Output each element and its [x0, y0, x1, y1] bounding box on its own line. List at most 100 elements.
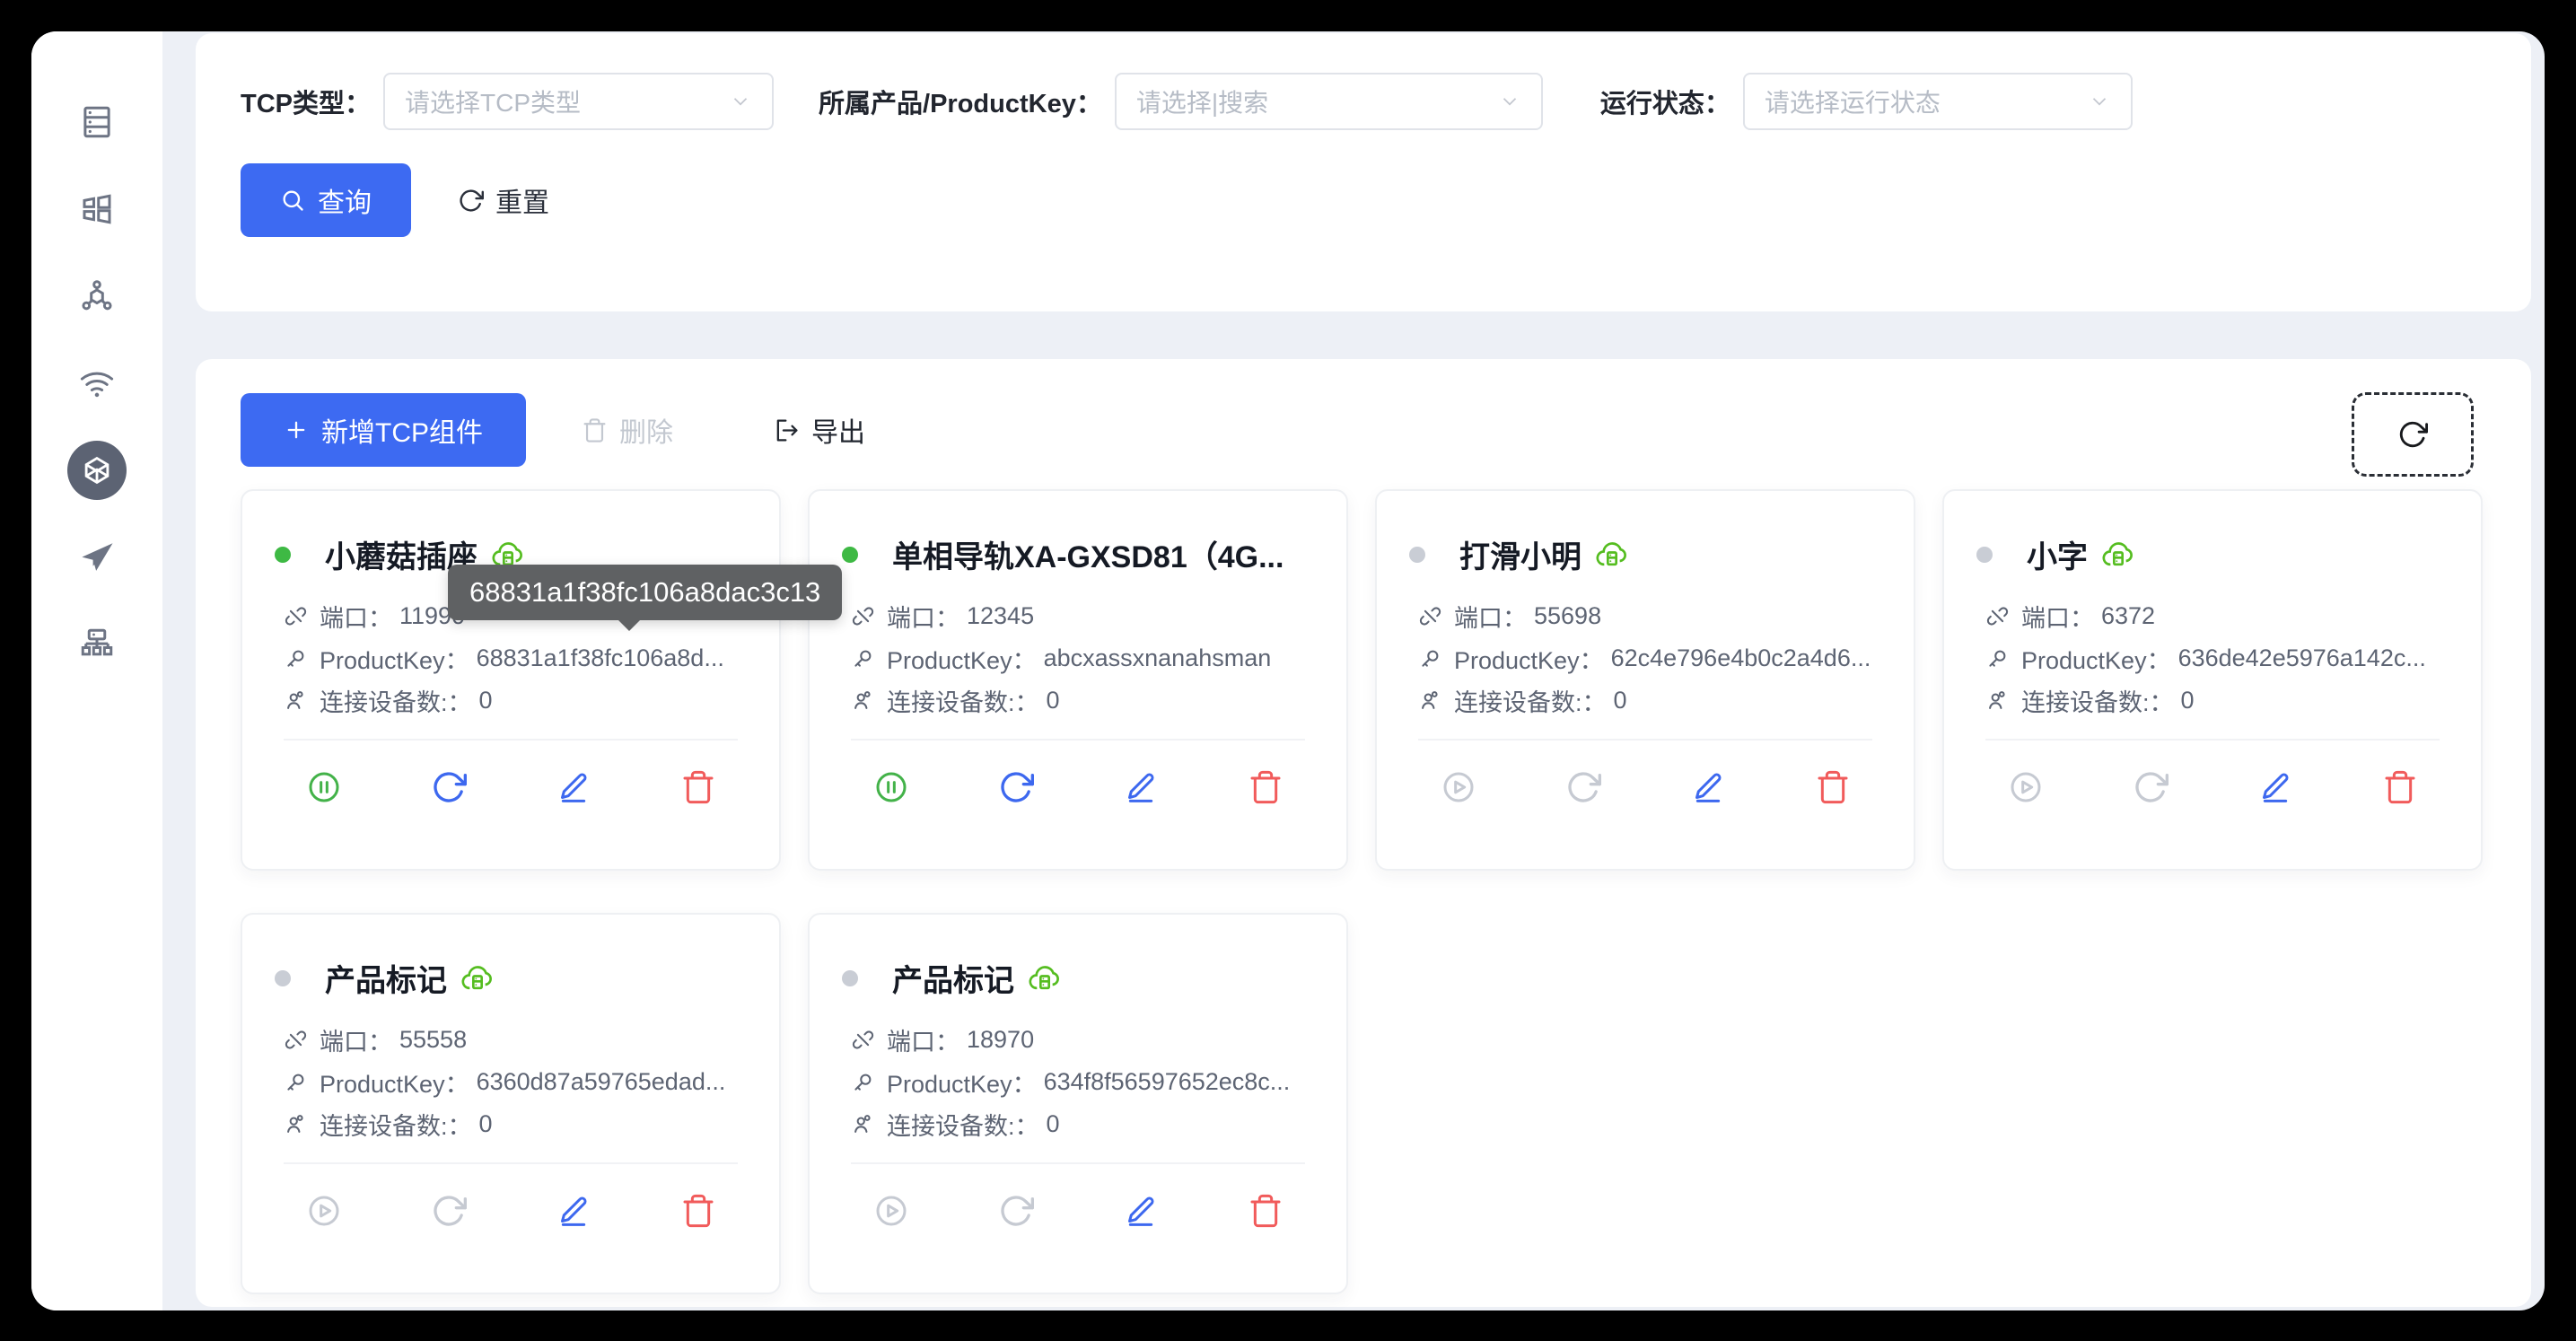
cloud-device-icon	[1027, 960, 1063, 996]
refresh-icon	[998, 769, 1034, 805]
run-status-placeholder: 请选择运行状态	[1765, 83, 1941, 119]
key-icon	[284, 1070, 308, 1094]
paper-plane-icon	[78, 539, 116, 576]
refresh-list-button[interactable]	[2352, 392, 2474, 477]
device-card-fields: 端口： 12345 ProductKey： abcxassxnanahsman …	[851, 595, 1314, 722]
key-icon	[1985, 646, 2010, 670]
sidebar-item-publish[interactable]	[31, 513, 162, 600]
sidebar-item-devices[interactable]	[31, 78, 162, 165]
sidebar-item-tcp-components[interactable]	[31, 426, 162, 513]
refresh-icon	[431, 769, 467, 805]
restart-button[interactable]	[2133, 769, 2169, 805]
unlink-icon	[1985, 604, 2010, 628]
filter-buttons: 查询 重置	[241, 163, 549, 237]
device-card[interactable]: 产品标记 端口： 55558	[241, 913, 781, 1294]
delete-card-button[interactable]	[1815, 769, 1851, 805]
tooltip-text: 68831a1f38fc106a8dac3c13	[469, 576, 820, 609]
restart-button[interactable]	[431, 769, 467, 805]
dashboard-icon	[78, 190, 116, 228]
device-card[interactable]: 小字 端口： 6372	[1942, 489, 2483, 871]
delete-card-button[interactable]	[680, 769, 716, 805]
status-dot	[1976, 547, 1993, 563]
edit-button[interactable]	[556, 1193, 591, 1229]
devices-value: 0	[1047, 687, 1060, 714]
key-icon	[851, 646, 875, 670]
start-stop-button[interactable]	[873, 1193, 909, 1229]
devices-label: 连接设备数:：	[887, 683, 1039, 718]
trash-icon	[582, 417, 608, 443]
delete-card-button[interactable]	[2382, 769, 2418, 805]
product-key-value: abcxassxnanahsman	[1044, 644, 1272, 672]
edit-button[interactable]	[2257, 769, 2293, 805]
devices-field: 连接设备数:： 0	[1418, 679, 1881, 722]
filter-panel: TCP类型： 请选择TCP类型 所属产品/ProductKey： 请选择|搜索 …	[196, 33, 2531, 311]
start-stop-button[interactable]	[306, 769, 342, 805]
users-icon	[284, 688, 308, 713]
tcp-type-select[interactable]: 请选择TCP类型	[383, 73, 774, 130]
product-key-label: ProductKey：	[887, 1065, 1037, 1100]
restart-button[interactable]	[998, 1193, 1034, 1229]
devices-label: 连接设备数:：	[1454, 683, 1607, 718]
device-card-title: 产品标记	[325, 956, 447, 1000]
device-card-actions	[242, 769, 779, 805]
device-card[interactable]: 打滑小明 端口： 55698	[1375, 489, 1915, 871]
product-placeholder: 请选择|搜索	[1136, 83, 1268, 119]
unlink-icon	[284, 604, 308, 628]
status-dot	[275, 547, 291, 563]
product-select[interactable]: 请选择|搜索	[1115, 73, 1543, 130]
sidebar-item-dashboard[interactable]	[31, 165, 162, 252]
start-stop-button[interactable]	[1441, 769, 1476, 805]
port-field: 端口： 55698	[1418, 595, 1881, 637]
delete-card-button[interactable]	[1248, 1193, 1284, 1229]
wifi-icon	[78, 364, 116, 402]
device-card-header: 产品标记	[810, 956, 1346, 1000]
users-icon	[851, 688, 875, 713]
reset-button[interactable]: 重置	[458, 180, 549, 220]
edit-icon	[1123, 769, 1159, 805]
device-card-actions	[242, 1193, 779, 1229]
chevron-down-icon	[729, 90, 752, 113]
restart-button[interactable]	[998, 769, 1034, 805]
add-tcp-button[interactable]: 新增TCP组件	[241, 393, 526, 467]
tcp-type-label: TCP类型：	[241, 83, 371, 120]
restart-button[interactable]	[1565, 769, 1601, 805]
devices-field: 连接设备数:： 0	[1985, 679, 2449, 722]
start-stop-button[interactable]	[306, 1193, 342, 1229]
edit-button[interactable]	[1123, 769, 1159, 805]
cloud-device-icon	[460, 960, 495, 996]
sidebar-item-sitemap[interactable]	[31, 600, 162, 688]
device-card[interactable]: 单相导轨XA-GXSD81（4G... 端口： 12345	[808, 489, 1348, 871]
export-button[interactable]: 导出	[774, 393, 865, 467]
start-stop-button[interactable]	[873, 769, 909, 805]
device-card-title: 单相导轨XA-GXSD81（4G...	[892, 532, 1284, 576]
add-tcp-button-label: 新增TCP组件	[321, 410, 483, 450]
delete-card-button[interactable]	[1248, 769, 1284, 805]
port-field: 端口： 12345	[851, 595, 1314, 637]
edit-icon	[1690, 769, 1726, 805]
device-card[interactable]: 产品标记 端口： 18970	[808, 913, 1348, 1294]
edit-icon	[2257, 769, 2293, 805]
product-key-field: ProductKey： 634f8f56597652ec8c...	[851, 1061, 1314, 1103]
edit-button[interactable]	[556, 769, 591, 805]
delete-card-button[interactable]	[680, 1193, 716, 1229]
edit-button[interactable]	[1123, 1193, 1159, 1229]
card-divider	[1985, 739, 2440, 741]
edit-button[interactable]	[1690, 769, 1726, 805]
product-key-label: ProductKey：	[2021, 641, 2171, 676]
device-card-actions	[810, 769, 1346, 805]
product-key-value: 634f8f56597652ec8c...	[1044, 1068, 1291, 1096]
filter-row: TCP类型： 请选择TCP类型 所属产品/ProductKey： 请选择|搜索 …	[241, 72, 2133, 131]
cloud-device-icon	[2100, 537, 2136, 573]
port-value: 6372	[2101, 602, 2155, 630]
sidebar-item-topology[interactable]	[31, 252, 162, 339]
device-card-header: 小字	[1944, 532, 2481, 576]
restart-button[interactable]	[431, 1193, 467, 1229]
delete-button[interactable]: 删除	[582, 393, 673, 467]
sidebar-item-wifi[interactable]	[31, 339, 162, 426]
device-card[interactable]: 小蘑菇插座 端口： 11990	[241, 489, 781, 871]
play-circle-icon	[306, 1193, 342, 1229]
run-status-select[interactable]: 请选择运行状态	[1743, 73, 2133, 130]
search-button[interactable]: 查询	[241, 163, 411, 237]
start-stop-button[interactable]	[2008, 769, 2044, 805]
unlink-icon	[851, 1028, 875, 1052]
